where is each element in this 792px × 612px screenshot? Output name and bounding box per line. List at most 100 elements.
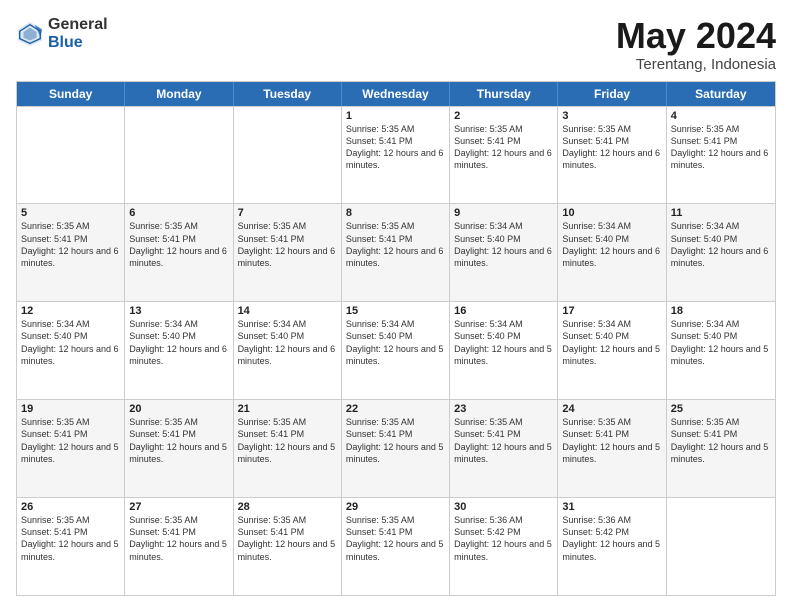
cell-info: Sunrise: 5:35 AM Sunset: 5:41 PM Dayligh… bbox=[129, 220, 228, 269]
day-number: 15 bbox=[346, 305, 445, 317]
calendar-row: 19Sunrise: 5:35 AM Sunset: 5:41 PM Dayli… bbox=[17, 399, 775, 497]
cell-info: Sunrise: 5:35 AM Sunset: 5:41 PM Dayligh… bbox=[346, 220, 445, 269]
cell-info: Sunrise: 5:34 AM Sunset: 5:40 PM Dayligh… bbox=[21, 318, 120, 367]
calendar-cell: 5Sunrise: 5:35 AM Sunset: 5:41 PM Daylig… bbox=[17, 204, 125, 301]
calendar: SundayMondayTuesdayWednesdayThursdayFrid… bbox=[16, 81, 776, 596]
calendar-cell: 7Sunrise: 5:35 AM Sunset: 5:41 PM Daylig… bbox=[234, 204, 342, 301]
logo-text: General Blue bbox=[48, 16, 108, 51]
day-number: 1 bbox=[346, 110, 445, 122]
day-number: 7 bbox=[238, 207, 337, 219]
calendar-cell: 2Sunrise: 5:35 AM Sunset: 5:41 PM Daylig… bbox=[450, 107, 558, 204]
calendar-cell: 3Sunrise: 5:35 AM Sunset: 5:41 PM Daylig… bbox=[558, 107, 666, 204]
cell-info: Sunrise: 5:34 AM Sunset: 5:40 PM Dayligh… bbox=[454, 318, 553, 367]
logo-icon bbox=[16, 20, 44, 48]
cell-info: Sunrise: 5:35 AM Sunset: 5:41 PM Dayligh… bbox=[346, 514, 445, 563]
calendar-row: 26Sunrise: 5:35 AM Sunset: 5:41 PM Dayli… bbox=[17, 497, 775, 595]
cell-info: Sunrise: 5:34 AM Sunset: 5:40 PM Dayligh… bbox=[671, 318, 771, 367]
day-number: 23 bbox=[454, 403, 553, 415]
calendar-cell: 10Sunrise: 5:34 AM Sunset: 5:40 PM Dayli… bbox=[558, 204, 666, 301]
cell-info: Sunrise: 5:35 AM Sunset: 5:41 PM Dayligh… bbox=[21, 220, 120, 269]
page-header: General Blue May 2024 Terentang, Indones… bbox=[16, 16, 776, 73]
weekday-header: Sunday bbox=[17, 82, 125, 106]
weekday-header: Friday bbox=[558, 82, 666, 106]
location: Terentang, Indonesia bbox=[616, 56, 776, 73]
day-number: 9 bbox=[454, 207, 553, 219]
day-number: 16 bbox=[454, 305, 553, 317]
calendar-cell bbox=[17, 107, 125, 204]
day-number: 30 bbox=[454, 501, 553, 513]
title-block: May 2024 Terentang, Indonesia bbox=[616, 16, 776, 73]
cell-info: Sunrise: 5:35 AM Sunset: 5:41 PM Dayligh… bbox=[671, 416, 771, 465]
month-title: May 2024 bbox=[616, 16, 776, 56]
day-number: 14 bbox=[238, 305, 337, 317]
day-number: 24 bbox=[562, 403, 661, 415]
cell-info: Sunrise: 5:34 AM Sunset: 5:40 PM Dayligh… bbox=[346, 318, 445, 367]
day-number: 12 bbox=[21, 305, 120, 317]
day-number: 29 bbox=[346, 501, 445, 513]
calendar-cell: 27Sunrise: 5:35 AM Sunset: 5:41 PM Dayli… bbox=[125, 498, 233, 595]
cell-info: Sunrise: 5:35 AM Sunset: 5:41 PM Dayligh… bbox=[346, 416, 445, 465]
day-number: 28 bbox=[238, 501, 337, 513]
calendar-body: 1Sunrise: 5:35 AM Sunset: 5:41 PM Daylig… bbox=[17, 106, 775, 595]
cell-info: Sunrise: 5:35 AM Sunset: 5:41 PM Dayligh… bbox=[238, 220, 337, 269]
calendar-cell: 18Sunrise: 5:34 AM Sunset: 5:40 PM Dayli… bbox=[667, 302, 775, 399]
calendar-cell: 15Sunrise: 5:34 AM Sunset: 5:40 PM Dayli… bbox=[342, 302, 450, 399]
day-number: 31 bbox=[562, 501, 661, 513]
day-number: 20 bbox=[129, 403, 228, 415]
weekday-header: Wednesday bbox=[342, 82, 450, 106]
cell-info: Sunrise: 5:34 AM Sunset: 5:40 PM Dayligh… bbox=[562, 318, 661, 367]
day-number: 13 bbox=[129, 305, 228, 317]
day-number: 18 bbox=[671, 305, 771, 317]
calendar-row: 12Sunrise: 5:34 AM Sunset: 5:40 PM Dayli… bbox=[17, 301, 775, 399]
cell-info: Sunrise: 5:35 AM Sunset: 5:41 PM Dayligh… bbox=[671, 123, 771, 172]
calendar-cell: 28Sunrise: 5:35 AM Sunset: 5:41 PM Dayli… bbox=[234, 498, 342, 595]
logo-blue: Blue bbox=[48, 34, 108, 52]
cell-info: Sunrise: 5:35 AM Sunset: 5:41 PM Dayligh… bbox=[21, 416, 120, 465]
day-number: 26 bbox=[21, 501, 120, 513]
weekday-header: Thursday bbox=[450, 82, 558, 106]
calendar-header: SundayMondayTuesdayWednesdayThursdayFrid… bbox=[17, 82, 775, 106]
cell-info: Sunrise: 5:34 AM Sunset: 5:40 PM Dayligh… bbox=[129, 318, 228, 367]
weekday-header: Saturday bbox=[667, 82, 775, 106]
calendar-cell: 30Sunrise: 5:36 AM Sunset: 5:42 PM Dayli… bbox=[450, 498, 558, 595]
cell-info: Sunrise: 5:35 AM Sunset: 5:41 PM Dayligh… bbox=[21, 514, 120, 563]
day-number: 4 bbox=[671, 110, 771, 122]
calendar-cell bbox=[234, 107, 342, 204]
day-number: 25 bbox=[671, 403, 771, 415]
day-number: 11 bbox=[671, 207, 771, 219]
calendar-row: 1Sunrise: 5:35 AM Sunset: 5:41 PM Daylig… bbox=[17, 106, 775, 204]
cell-info: Sunrise: 5:35 AM Sunset: 5:41 PM Dayligh… bbox=[454, 416, 553, 465]
calendar-cell: 9Sunrise: 5:34 AM Sunset: 5:40 PM Daylig… bbox=[450, 204, 558, 301]
calendar-cell: 22Sunrise: 5:35 AM Sunset: 5:41 PM Dayli… bbox=[342, 400, 450, 497]
calendar-page: General Blue May 2024 Terentang, Indones… bbox=[0, 0, 792, 612]
calendar-cell: 6Sunrise: 5:35 AM Sunset: 5:41 PM Daylig… bbox=[125, 204, 233, 301]
cell-info: Sunrise: 5:35 AM Sunset: 5:41 PM Dayligh… bbox=[129, 416, 228, 465]
cell-info: Sunrise: 5:35 AM Sunset: 5:41 PM Dayligh… bbox=[238, 514, 337, 563]
calendar-cell bbox=[125, 107, 233, 204]
cell-info: Sunrise: 5:34 AM Sunset: 5:40 PM Dayligh… bbox=[238, 318, 337, 367]
calendar-cell: 8Sunrise: 5:35 AM Sunset: 5:41 PM Daylig… bbox=[342, 204, 450, 301]
calendar-cell: 17Sunrise: 5:34 AM Sunset: 5:40 PM Dayli… bbox=[558, 302, 666, 399]
calendar-cell: 1Sunrise: 5:35 AM Sunset: 5:41 PM Daylig… bbox=[342, 107, 450, 204]
calendar-cell: 14Sunrise: 5:34 AM Sunset: 5:40 PM Dayli… bbox=[234, 302, 342, 399]
calendar-cell: 19Sunrise: 5:35 AM Sunset: 5:41 PM Dayli… bbox=[17, 400, 125, 497]
calendar-cell: 21Sunrise: 5:35 AM Sunset: 5:41 PM Dayli… bbox=[234, 400, 342, 497]
day-number: 8 bbox=[346, 207, 445, 219]
day-number: 6 bbox=[129, 207, 228, 219]
calendar-cell: 29Sunrise: 5:35 AM Sunset: 5:41 PM Dayli… bbox=[342, 498, 450, 595]
calendar-cell: 23Sunrise: 5:35 AM Sunset: 5:41 PM Dayli… bbox=[450, 400, 558, 497]
day-number: 10 bbox=[562, 207, 661, 219]
calendar-cell: 31Sunrise: 5:36 AM Sunset: 5:42 PM Dayli… bbox=[558, 498, 666, 595]
day-number: 19 bbox=[21, 403, 120, 415]
day-number: 2 bbox=[454, 110, 553, 122]
cell-info: Sunrise: 5:35 AM Sunset: 5:41 PM Dayligh… bbox=[562, 416, 661, 465]
calendar-cell: 16Sunrise: 5:34 AM Sunset: 5:40 PM Dayli… bbox=[450, 302, 558, 399]
calendar-cell: 13Sunrise: 5:34 AM Sunset: 5:40 PM Dayli… bbox=[125, 302, 233, 399]
cell-info: Sunrise: 5:35 AM Sunset: 5:41 PM Dayligh… bbox=[346, 123, 445, 172]
cell-info: Sunrise: 5:34 AM Sunset: 5:40 PM Dayligh… bbox=[671, 220, 771, 269]
cell-info: Sunrise: 5:34 AM Sunset: 5:40 PM Dayligh… bbox=[454, 220, 553, 269]
calendar-cell: 26Sunrise: 5:35 AM Sunset: 5:41 PM Dayli… bbox=[17, 498, 125, 595]
day-number: 27 bbox=[129, 501, 228, 513]
cell-info: Sunrise: 5:35 AM Sunset: 5:41 PM Dayligh… bbox=[238, 416, 337, 465]
cell-info: Sunrise: 5:35 AM Sunset: 5:41 PM Dayligh… bbox=[129, 514, 228, 563]
